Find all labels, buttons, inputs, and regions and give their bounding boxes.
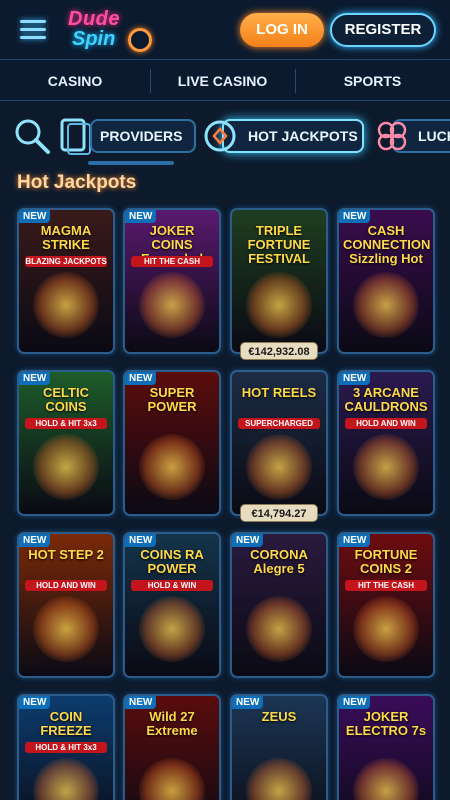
game-tile[interactable]: HOT STEP 2 HOLD AND WIN NEW <box>17 532 115 678</box>
category-scroll-indicator <box>88 161 174 165</box>
game-title: HOT REELS <box>241 385 317 400</box>
category-lucky[interactable]: LUCK <box>370 114 450 158</box>
category-providers[interactable]: PROVIDERS <box>10 114 198 158</box>
new-badge: NEW <box>339 534 371 547</box>
game-tile[interactable]: MAGMA STRIKE BLAZING JACKPOTS NEW <box>17 208 115 354</box>
new-badge: NEW <box>125 534 157 547</box>
game-artwork <box>33 272 99 338</box>
game-artwork <box>353 758 419 800</box>
game-artwork <box>33 758 99 800</box>
game-tile[interactable]: Wild 27 Extreme NEW <box>123 694 221 800</box>
game-artwork <box>246 434 312 500</box>
game-artwork <box>139 434 205 500</box>
new-badge: NEW <box>19 210 51 223</box>
tab-casino[interactable]: CASINO <box>0 61 150 101</box>
new-badge: NEW <box>339 210 371 223</box>
game-title: CORONA Alegre 5 <box>250 547 308 576</box>
new-badge: NEW <box>125 372 157 385</box>
game-subtitle: BLAZING JACKPOTS <box>25 256 107 267</box>
section-title: Hot Jackpots <box>17 172 137 193</box>
game-artwork <box>353 272 419 338</box>
game-subtitle: HIT THE CASH <box>345 580 427 591</box>
new-badge: NEW <box>232 696 264 709</box>
game-tile[interactable]: JOKER ELECTRO 7s NEW <box>337 694 435 800</box>
game-tile[interactable]: HOT REELS SUPERCHARGED <box>230 370 328 516</box>
new-badge: NEW <box>19 372 51 385</box>
game-title: JOKER ELECTRO 7s <box>345 709 427 738</box>
game-artwork <box>139 758 205 800</box>
game-subtitle: HOLD & HIT 3x3 <box>25 418 107 429</box>
new-badge: NEW <box>339 372 371 385</box>
game-subtitle: HOLD AND WIN <box>345 418 427 429</box>
game-tile[interactable]: CORONA Alegre 5 NEW <box>230 532 328 678</box>
game-tile[interactable]: JOKER COINS ExpandedHIT THE CASHNEW <box>123 208 221 354</box>
main-nav: CASINO LIVE CASINO SPORTS <box>0 61 450 101</box>
jackpot-amount: €14,794.27 <box>240 504 318 522</box>
game-artwork <box>353 596 419 662</box>
game-artwork <box>139 596 205 662</box>
clover-icon <box>377 121 407 151</box>
game-title: COINS RA POWER <box>140 547 204 576</box>
tab-sports[interactable]: SPORTS <box>295 61 450 101</box>
game-title: Wild 27 Extreme <box>146 709 198 738</box>
game-subtitle: SUPERCHARGED <box>238 418 320 429</box>
game-artwork <box>33 434 99 500</box>
logo-text-bottom: Spin <box>72 28 116 50</box>
game-title: FORTUNE COINS 2 <box>354 547 418 576</box>
search-icon <box>15 119 50 154</box>
game-artwork <box>139 272 205 338</box>
register-button[interactable]: REGISTER <box>330 13 436 47</box>
game-tile[interactable]: CASH CONNECTION Sizzling Hot NEW <box>337 208 435 354</box>
game-subtitle: HOLD & WIN <box>131 580 213 591</box>
new-badge: NEW <box>232 534 264 547</box>
top-header: Dude Spin LOG IN REGISTER <box>0 0 450 60</box>
logo[interactable]: Dude Spin <box>62 6 162 54</box>
game-tile[interactable]: SUPER POWER NEW <box>123 370 221 516</box>
game-title: MAGMA STRIKE <box>40 223 92 252</box>
category-label: PROVIDERS <box>90 119 196 153</box>
new-badge: NEW <box>125 696 157 709</box>
game-tile[interactable]: ZEUS NEW <box>230 694 328 800</box>
game-artwork <box>353 434 419 500</box>
jackpot-icon <box>204 120 236 152</box>
game-artwork <box>246 596 312 662</box>
game-title: COIN FREEZE <box>40 709 92 738</box>
game-subtitle: HOLD & HIT 3x3 <box>25 742 107 753</box>
game-title: SUPER POWER <box>147 385 197 414</box>
new-badge: NEW <box>339 696 371 709</box>
game-tile[interactable]: TRIPLE FORTUNE FESTIVAL <box>230 208 328 354</box>
login-button[interactable]: LOG IN <box>240 13 324 47</box>
game-subtitle: HOLD AND WIN <box>25 580 107 591</box>
new-badge: NEW <box>125 210 157 223</box>
new-badge: NEW <box>19 534 51 547</box>
game-artwork <box>246 272 312 338</box>
jackpot-amount: €142,932.08 <box>240 342 318 360</box>
game-title: CASH CONNECTION Sizzling Hot <box>343 223 431 266</box>
menu-icon[interactable] <box>20 20 46 40</box>
new-badge: NEW <box>19 696 51 709</box>
game-title: TRIPLE FORTUNE FESTIVAL <box>247 223 311 266</box>
game-artwork <box>246 758 312 800</box>
game-title: CELTIC COINS <box>43 385 89 414</box>
game-title: ZEUS <box>261 709 297 724</box>
game-tile[interactable]: CELTIC COINS HOLD & HIT 3x3 NEW <box>17 370 115 516</box>
game-title: 3 ARCANE CAULDRONS <box>344 385 428 414</box>
tab-live-casino[interactable]: LIVE CASINO <box>150 61 295 101</box>
game-subtitle: HIT THE CASH <box>131 256 213 267</box>
game-title: HOT STEP 2 <box>28 547 104 562</box>
game-tile[interactable]: COINS RA POWER HOLD & WIN NEW <box>123 532 221 678</box>
category-hot-jackpots[interactable]: HOT JACKPOTS <box>200 114 366 158</box>
game-artwork <box>33 596 99 662</box>
game-tile[interactable]: COIN FREEZE HOLD & HIT 3x3 NEW <box>17 694 115 800</box>
game-tile[interactable]: FORTUNE COINS 2 HIT THE CASH NEW <box>337 532 435 678</box>
game-tile[interactable]: 3 ARCANE CAULDRONS HOLD AND WIN NEW <box>337 370 435 516</box>
bowling-ball-icon <box>128 28 152 52</box>
